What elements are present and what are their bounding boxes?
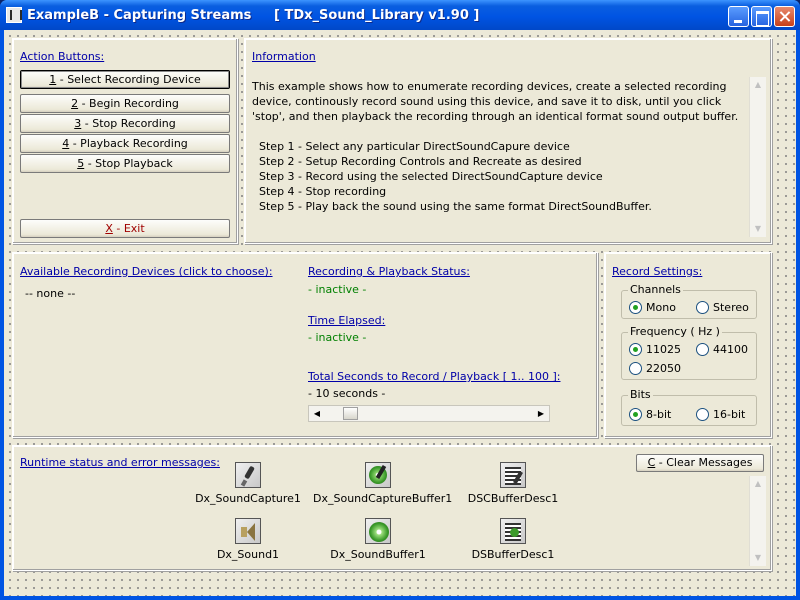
freq-22050-radio[interactable]: 22050	[629, 362, 681, 375]
component-label: Dx_SoundBuffer1	[330, 548, 426, 561]
stereo-radio[interactable]: Stereo	[696, 301, 749, 314]
status-heading: Recording & Playback Status:	[308, 265, 470, 278]
frequency-title: Frequency ( Hz )	[628, 325, 722, 338]
action-buttons-heading: Action Buttons:	[20, 50, 105, 63]
component-label: DSCBufferDesc1	[467, 492, 559, 505]
exit-button[interactable]: X - Exit	[20, 219, 230, 238]
scroll-right-arrow-icon[interactable]: ▶	[533, 406, 549, 421]
device-list-item[interactable]: -- none --	[25, 287, 75, 300]
scroll-up-arrow-icon[interactable]: ▲	[750, 77, 766, 93]
bits-group: Bits 8-bit 16-bit	[621, 388, 757, 426]
component-dscbufferdesc1[interactable]: DSCBufferDesc1	[458, 462, 568, 505]
begin-recording-button[interactable]: 2 - Begin Recording	[20, 94, 230, 113]
step-item: Step 1 - Select any particular DirectSou…	[259, 140, 570, 153]
status-value: - inactive -	[308, 283, 367, 296]
scroll-down-arrow-icon[interactable]: ▼	[750, 550, 766, 566]
window-title: ExampleB - Capturing Streams [ TDx_Sound…	[27, 8, 480, 23]
minimize-button[interactable]	[728, 6, 749, 27]
devices-status-panel: Available Recording Devices (click to ch…	[12, 252, 598, 438]
step-item: Step 5 - Play back the sound using the s…	[259, 200, 652, 213]
component-dsbufferdesc1[interactable]: DSBufferDesc1	[458, 518, 568, 561]
scroll-left-arrow-icon[interactable]: ◀	[309, 406, 325, 421]
component-label: DSBufferDesc1	[471, 548, 555, 561]
channels-group: Channels Mono Stereo	[621, 283, 757, 319]
close-button[interactable]	[774, 6, 795, 27]
step-item: Step 3 - Record using the selected Direc…	[259, 170, 603, 183]
runtime-messages-panel: Runtime status and error messages: C - C…	[12, 445, 772, 571]
button-hotkey: X	[105, 222, 113, 235]
stop-playback-button[interactable]: 5 - Stop Playback	[20, 154, 230, 173]
action-buttons-panel: Action Buttons: 1 - Select Recording Dev…	[12, 38, 238, 244]
devices-heading: Available Recording Devices (click to ch…	[20, 265, 273, 278]
elapsed-value: - inactive -	[308, 331, 367, 344]
app-icon[interactable]	[6, 7, 22, 23]
channels-title: Channels	[628, 283, 683, 296]
button-label: - Playback Recording	[69, 137, 188, 150]
mono-radio[interactable]: Mono	[629, 301, 676, 314]
freq-11025-radio[interactable]: 11025	[629, 343, 681, 356]
button-label: - Stop Recording	[81, 117, 176, 130]
button-label: - Stop Playback	[84, 157, 173, 170]
button-label: - Clear Messages	[655, 456, 753, 469]
button-label: - Select Recording Device	[56, 73, 201, 86]
stop-recording-button[interactable]: 3 - Stop Recording	[20, 114, 230, 133]
component-label: Dx_SoundCaptureBuffer1	[313, 492, 453, 505]
component-dx-soundbuffer1[interactable]: Dx_SoundBuffer1	[323, 518, 433, 561]
component-label: Dx_SoundCapture1	[195, 492, 301, 505]
microphone-disc-icon	[365, 462, 391, 488]
disc-icon	[365, 518, 391, 544]
total-seconds-slider[interactable]: ◀ ▶	[308, 405, 550, 422]
capture-buffer-desc-icon	[500, 462, 526, 488]
record-settings-heading: Record Settings:	[612, 265, 703, 278]
runtime-scrollbar[interactable]: ▲ ▼	[749, 476, 766, 566]
record-settings-panel: Record Settings: Channels Mono Stereo Fr…	[604, 252, 772, 438]
app-window: ExampleB - Capturing Streams [ TDx_Sound…	[0, 0, 800, 600]
title-bar[interactable]: ExampleB - Capturing Streams [ TDx_Sound…	[0, 0, 800, 30]
scroll-down-arrow-icon[interactable]: ▼	[750, 221, 766, 237]
bits-8-radio[interactable]: 8-bit	[629, 408, 671, 421]
bits-16-radio[interactable]: 16-bit	[696, 408, 745, 421]
component-dx-soundcapture1[interactable]: Dx_SoundCapture1	[188, 462, 308, 505]
buffer-desc-icon	[500, 518, 526, 544]
slider-thumb[interactable]	[342, 407, 358, 420]
steps-list: Step 1 - Select any particular DirectSou…	[259, 139, 652, 214]
button-label: - Begin Recording	[78, 97, 179, 110]
frequency-group: Frequency ( Hz ) 11025 44100 22050	[621, 325, 757, 380]
component-dx-sound1[interactable]: Dx_Sound1	[198, 518, 298, 561]
select-recording-device-button[interactable]: 1 - Select Recording Device	[20, 70, 230, 89]
component-dx-soundcapturebuffer1[interactable]: Dx_SoundCaptureBuffer1	[313, 462, 453, 505]
button-label: - Exit	[112, 222, 145, 235]
form-client-area: Action Buttons: 1 - Select Recording Dev…	[4, 30, 796, 596]
speaker-icon	[235, 518, 261, 544]
information-heading: Information	[252, 50, 316, 63]
playback-recording-button[interactable]: 4 - Playback Recording	[20, 134, 230, 153]
maximize-button[interactable]	[751, 6, 772, 27]
total-seconds-value: - 10 seconds -	[308, 387, 386, 400]
step-item: Step 4 - Stop recording	[259, 185, 387, 198]
component-label: Dx_Sound1	[216, 548, 280, 561]
clear-messages-button[interactable]: C - Clear Messages	[636, 454, 764, 472]
total-seconds-heading: Total Seconds to Record / Playback [ 1..…	[308, 370, 561, 383]
information-text: This example shows how to enumerate reco…	[252, 80, 739, 123]
freq-44100-radio[interactable]: 44100	[696, 343, 748, 356]
bits-title: Bits	[628, 388, 653, 401]
elapsed-heading: Time Elapsed:	[308, 314, 386, 327]
information-scrollbar[interactable]: ▲ ▼	[749, 77, 766, 237]
information-panel: Information This example shows how to en…	[244, 38, 772, 244]
step-item: Step 2 - Setup Recording Controls and Re…	[259, 155, 582, 168]
microphone-icon	[235, 462, 261, 488]
scroll-up-arrow-icon[interactable]: ▲	[750, 476, 766, 492]
